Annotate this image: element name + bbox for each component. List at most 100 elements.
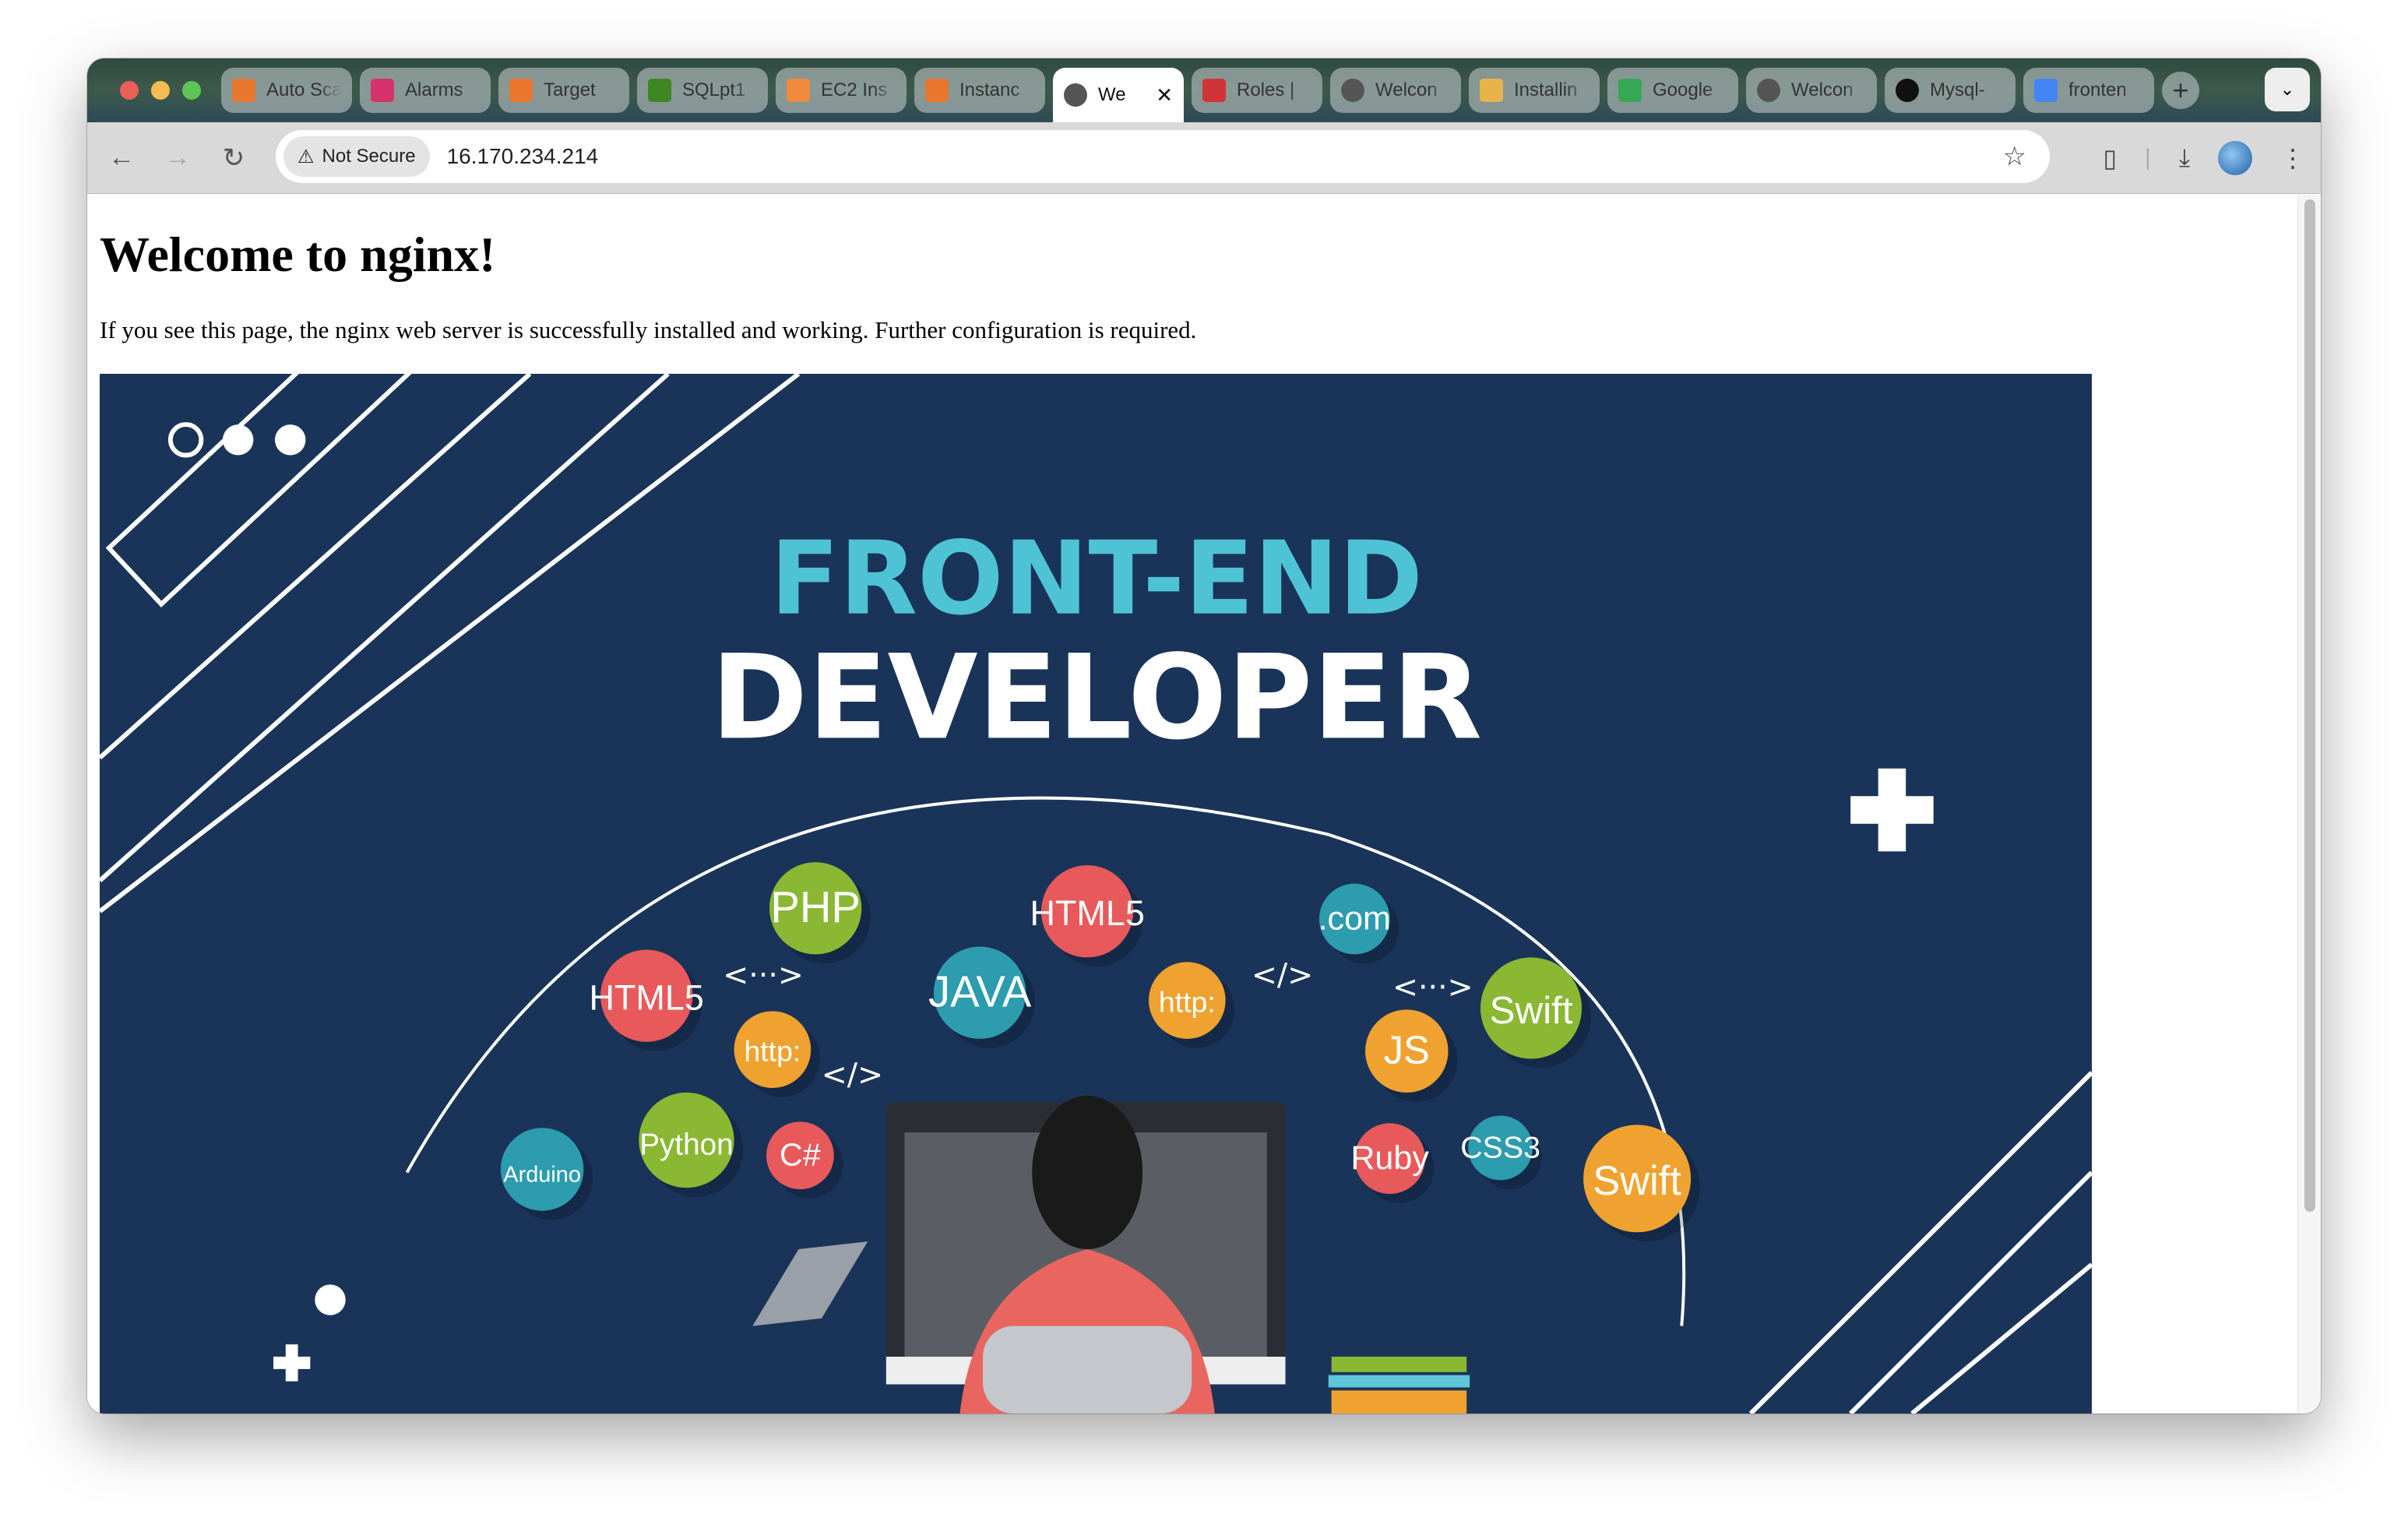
tech-bubble-label: C# [780,1137,821,1173]
code-glyph: </> [822,1057,883,1093]
chair [983,1326,1192,1414]
code-glyph: <···> [723,957,804,993]
window-controls [120,81,201,100]
tech-bubble-label: http: [744,1034,801,1067]
tech-bubble-label: Arduino [503,1162,581,1187]
url-input[interactable]: 16.170.234.214 [447,144,599,169]
tab-12[interactable]: Mysql- [1885,68,2015,113]
reload-button[interactable]: ↻ [206,143,262,174]
tech-bubble-label: CSS3 [1460,1130,1540,1164]
new-tab-button[interactable]: + [2162,72,2199,109]
tab-search-button[interactable]: ⌄ [2265,68,2310,111]
tab-label: We [1098,84,1126,105]
hero-line2: DEVELOPER [711,630,1482,766]
tab-3[interactable]: SQLpt1 [637,68,768,113]
tech-bubble-label: Python [639,1128,734,1161]
hero-line1: FRONT-END [770,519,1423,638]
tech-bubble-label: PHP [770,882,861,931]
close-window-button[interactable] [120,81,139,100]
browser-window: Auto Scaling Alarms Target SQLpt1 EC2 Ins Ins… [87,58,2321,1414]
tab-label: Welcon [1375,79,1438,100]
tab-0[interactable]: Auto Scaling [221,68,352,113]
box-icon [787,79,810,102]
tech-bubble-label: HTML5 [1030,893,1144,933]
tab-2[interactable]: Target [498,68,629,113]
code-glyph: <···> [1392,970,1473,1005]
tab-5[interactable]: Instanc [914,68,1045,113]
tab-10[interactable]: Google [1607,68,1738,113]
tech-bubble-label: JAVA [928,966,1032,1016]
page-title: Welcome to nginx! [100,227,496,282]
dot [222,424,254,456]
tab-label: Instanc [959,79,1020,100]
github-icon [1896,79,1919,102]
tab-label: EC2 Ins [821,79,888,100]
tab-label: Installin [1514,79,1578,100]
globe-icon [1341,79,1364,102]
toolbar: ← → ↻ ⚠ Not Secure 16.170.234.214 ☆ ▯ | ⤓… [87,122,2321,194]
developer-head [1032,1095,1143,1250]
page-text: If you see this page, the nginx web serv… [100,316,1197,343]
tech-bubble-label: .com [1318,900,1391,938]
meet-icon [1618,79,1642,102]
divider: | [2145,144,2151,171]
lamp [752,1241,868,1326]
profile-avatar[interactable] [2218,140,2252,175]
hero-image: FRONT-END DEVELOPER PHP HTML5 HTML5 JAVA htt… [100,374,2092,1414]
globe-icon [1064,83,1087,107]
chevron-down-icon: ⌄ [2280,79,2295,99]
tab-label: Roles | [1237,79,1295,100]
frontend-developer-illustration: FRONT-END DEVELOPER PHP HTML5 HTML5 JAVA htt… [100,374,2092,1414]
scrollbar-thumb[interactable] [2304,199,2315,1212]
google-icon [2034,79,2058,102]
aws-icon [925,79,949,102]
doc-icon [1480,79,1503,102]
tab-4[interactable]: EC2 Ins [776,68,907,113]
tab-7[interactable]: Roles | [1192,68,1322,113]
tabs: Auto Scaling Alarms Target SQLpt1 EC2 Ins Ins… [221,58,2162,122]
plus-icon [1850,768,1934,852]
extensions-icon[interactable]: ▯ [2103,143,2117,173]
aws-icon [232,79,255,102]
minimize-window-button[interactable] [151,81,170,100]
address-bar[interactable]: ⚠ Not Secure 16.170.234.214 ☆ [276,130,2050,183]
aws-icon [509,79,533,102]
globe-icon [1757,79,1780,102]
tab-label: Auto Scaling [266,79,341,100]
tech-bubble-label: HTML5 [590,977,704,1017]
security-chip[interactable]: ⚠ Not Secure [283,136,430,177]
back-button[interactable]: ← [93,143,150,173]
tab-9[interactable]: Installin [1469,68,1600,113]
tech-bubble-label: http: [1159,985,1216,1018]
zoom-window-button[interactable] [182,81,201,100]
tab-8[interactable]: Welcon [1330,68,1461,113]
tab-label: Google [1653,79,1713,100]
menu-icon[interactable]: ⋮ [2280,143,2305,173]
plus-icon [273,1344,311,1382]
page-content: Welcome to nginx! If you see this page, … [87,195,2321,1414]
tab-label: fronten [2068,79,2127,100]
bucket-icon [648,79,671,102]
tech-bubble-label: Ruby [1350,1139,1429,1177]
tab-1[interactable]: Alarms [360,68,491,113]
download-icon[interactable]: ⤓ [2179,143,2190,173]
tab-strip: Auto Scaling Alarms Target SQLpt1 EC2 Ins Ins… [87,58,2321,122]
vertical-scrollbar[interactable] [2297,195,2321,1414]
dot [315,1284,346,1315]
cloudwatch-icon [371,79,394,102]
tab-13[interactable]: fronten [2023,68,2154,113]
dot [275,424,306,456]
forward-button[interactable]: → [150,143,206,173]
tab-11[interactable]: Welcon [1746,68,1877,113]
tab-label: SQLpt1 [682,79,746,100]
security-label: Not Secure [322,146,416,167]
tech-bubble-label: Swift [1593,1159,1681,1204]
tech-bubble-label: Swift [1489,989,1572,1032]
tab-label: Welcon [1791,79,1854,100]
bookmark-star-icon[interactable]: ☆ [2003,141,2026,172]
tab-label: Target [544,79,596,100]
iam-icon [1202,79,1226,102]
tab-label: Alarms [405,79,463,100]
close-tab-icon[interactable]: ✕ [1156,83,1173,107]
tab-6[interactable]: We ✕ [1053,68,1184,122]
